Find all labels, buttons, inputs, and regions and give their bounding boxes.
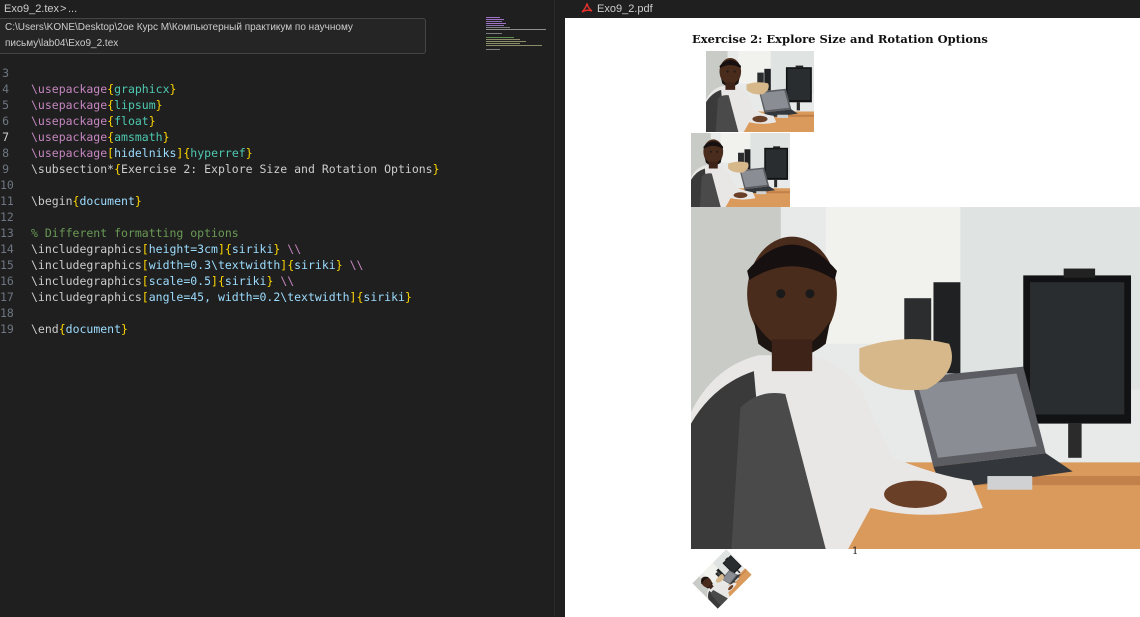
code-line[interactable]: 4 \usepackage{lipsum} bbox=[0, 65, 480, 112]
pdf-subsection-title: Exercise 2: Explore Size and Rotation Op… bbox=[692, 32, 988, 46]
code-line[interactable]: 18 \end{document} bbox=[0, 289, 480, 336]
pdf-tab[interactable]: Exo9_2.pdf bbox=[565, 0, 1140, 18]
code-line[interactable]: 11 bbox=[0, 177, 480, 208]
breadcrumb-file[interactable]: Exo9_2.tex bbox=[4, 0, 59, 18]
code-line[interactable]: 17 bbox=[0, 273, 480, 304]
breadcrumb-separator: > bbox=[60, 3, 67, 15]
pdf-image-height-3cm bbox=[706, 51, 814, 132]
code-editor[interactable]: Exo9_2.tex > ... C:\Users\KONE\Desktop\2… bbox=[0, 0, 554, 617]
pdf-file-icon bbox=[581, 3, 593, 13]
pdf-image-rotated-45 bbox=[692, 549, 752, 609]
code-line-active[interactable]: 7 \usepackage[hidelniks]{hyperref} bbox=[0, 113, 480, 160]
minimap[interactable] bbox=[484, 16, 548, 56]
pdf-image-width-03 bbox=[691, 133, 790, 207]
code-line[interactable]: 19 bbox=[0, 305, 480, 336]
code-line[interactable]: 5 \usepackage{float} bbox=[0, 81, 480, 128]
pdf-viewer[interactable]: Exo9_2.pdf Exercise 2: Explore Size and … bbox=[565, 0, 1140, 617]
code-line[interactable]: 6 \usepackage{amsmath} bbox=[0, 97, 480, 144]
cmd-end: \end bbox=[31, 322, 59, 336]
code-line[interactable]: 14 \includegraphics[width=0.3\textwidth]… bbox=[0, 225, 480, 272]
code-line[interactable]: 16 \includegraphics[angle=45, width=0.2\… bbox=[0, 257, 480, 304]
code-line[interactable]: 13 \includegraphics[height=3cm]{siriki} … bbox=[0, 209, 480, 256]
breadcrumb-ellipsis[interactable]: ... bbox=[68, 0, 77, 18]
tooltip-path-line1: C:\Users\KONE\Desktop\2ое Курс М\Компьют… bbox=[5, 22, 353, 33]
code-line[interactable]: 8 \subsection*{Exercise 2: Explore Size … bbox=[0, 129, 480, 176]
pdf-image-scale-05 bbox=[691, 207, 1140, 549]
pdf-tab-label: Exo9_2.pdf bbox=[597, 3, 653, 15]
code-line[interactable]: 9 bbox=[0, 145, 480, 176]
pdf-page-number: 1 bbox=[852, 546, 859, 557]
code-line[interactable]: 15 \includegraphics[scale=0.5]{siriki} \… bbox=[0, 241, 480, 288]
tooltip-path-line2: письму\lab04\Exo9_2.tex bbox=[5, 38, 119, 49]
env-document: document bbox=[65, 322, 122, 336]
breadcrumb: Exo9_2.tex > ... bbox=[0, 0, 554, 18]
line-number: 19 bbox=[0, 322, 14, 336]
code-line[interactable]: 10 \begin{document} bbox=[0, 161, 480, 208]
file-path-tooltip: C:\Users\KONE\Desktop\2ое Курс М\Компьют… bbox=[0, 18, 426, 54]
code-line[interactable]: 12 % Different formatting options bbox=[0, 193, 480, 240]
